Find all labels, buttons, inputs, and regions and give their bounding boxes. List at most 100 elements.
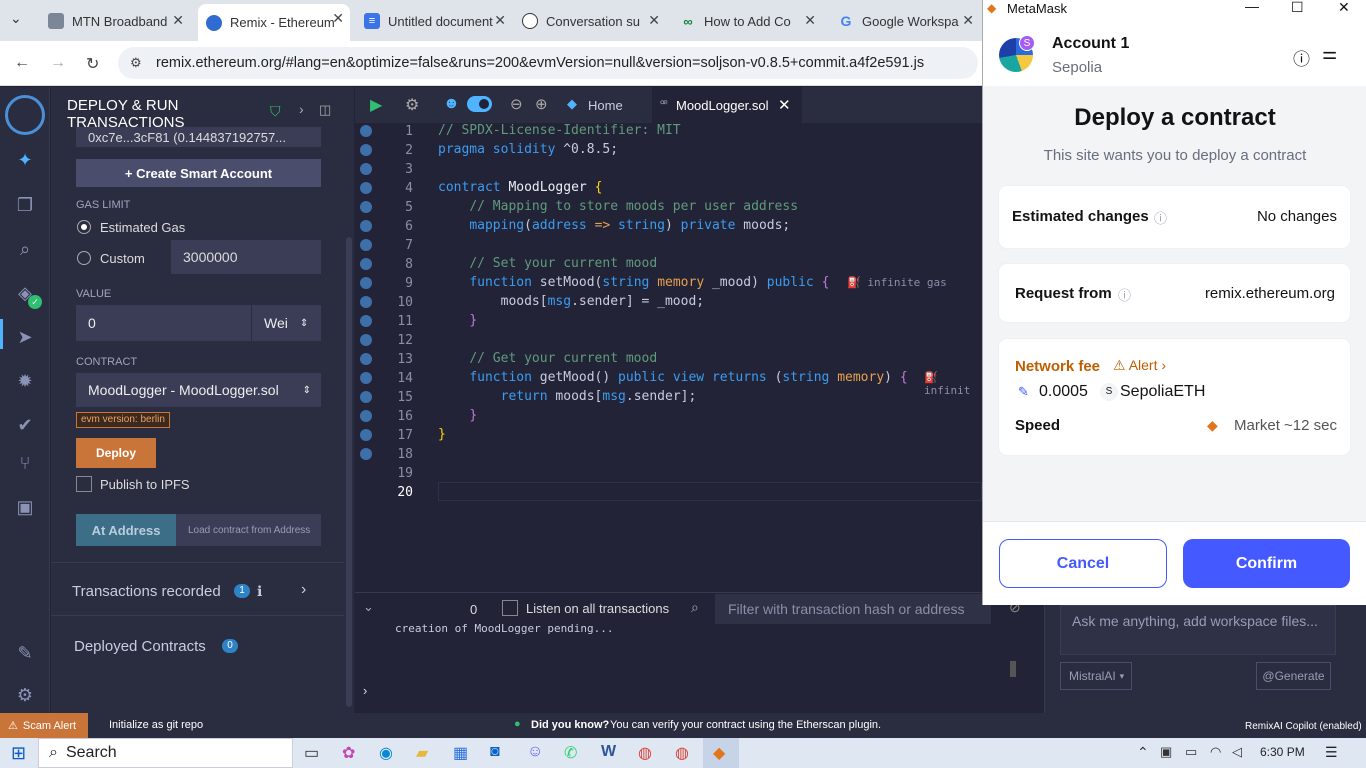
tray-chevron-icon[interactable]: ⌃ (1137, 744, 1149, 761)
debugger-icon[interactable]: ✹ (13, 369, 37, 393)
settings-gear-icon[interactable]: ⚙ (13, 683, 37, 707)
help-icon[interactable]: ⓘ (1154, 208, 1167, 227)
close-icon[interactable]: ✕ (962, 12, 974, 29)
tab-google-workspace[interactable]: G Google Workspa ✕ (830, 6, 980, 36)
account-select[interactable]: 0xc7e...3cF81 (0.144837192757... (76, 127, 321, 147)
battery-icon[interactable]: ▭ (1185, 744, 1197, 760)
zoom-in-icon[interactable]: ⊕ (535, 95, 548, 113)
create-smart-account-button[interactable]: + Create Smart Account (76, 159, 321, 187)
file-explorer-icon[interactable]: ▰ (416, 743, 428, 763)
breakpoint-marker[interactable] (360, 429, 372, 441)
scrollbar-thumb[interactable] (346, 237, 352, 707)
unit-test-icon[interactable]: ✔ (13, 413, 37, 437)
tab-untitled-document[interactable]: ≡ Untitled document ✕ (356, 6, 512, 36)
chrome-profile-icon[interactable]: ◍ (675, 743, 689, 763)
breakpoint-marker[interactable] (360, 334, 372, 346)
breakpoint-marker[interactable] (360, 163, 372, 175)
close-icon[interactable]: ✕ (494, 12, 506, 29)
run-script-icon[interactable]: ▶ (370, 95, 382, 115)
windows-start-icon[interactable]: ⊞ (11, 743, 26, 764)
estimated-gas-radio[interactable] (77, 220, 91, 234)
breakpoint-marker[interactable] (360, 182, 372, 194)
taskbar-search[interactable]: ⌕ Search (38, 738, 293, 768)
copilot-input[interactable]: Ask me anything, add workspace files... (1060, 605, 1336, 655)
close-icon[interactable]: ✕ (332, 10, 344, 27)
reload-icon[interactable]: ↻ (86, 54, 99, 74)
chevron-right-icon[interactable]: › (301, 581, 306, 599)
discord-icon[interactable]: ☺ (527, 743, 543, 761)
volume-icon[interactable]: ◁ (1232, 744, 1242, 760)
remix-logo-icon[interactable] (5, 95, 45, 135)
breakpoint-marker[interactable] (360, 372, 372, 384)
close-window-icon[interactable]: ✕ (1338, 0, 1350, 16)
edge-icon[interactable]: ◉ (379, 743, 393, 763)
breakpoint-marker[interactable] (360, 391, 372, 403)
search-icon[interactable]: ⌕ (13, 237, 37, 261)
collapse-terminal-icon[interactable]: ⌄ (363, 599, 374, 615)
ai-bot-icon[interactable]: ☻ (443, 95, 460, 113)
breakpoint-marker[interactable] (360, 220, 372, 232)
breakpoint-marker[interactable] (360, 258, 372, 270)
scam-alert-button[interactable]: ⚠ Scam Alert (0, 713, 88, 738)
fee-alert-link[interactable]: ⚠ Alert › (1113, 357, 1166, 374)
breakpoint-marker[interactable] (360, 144, 372, 156)
copilot-app-icon[interactable]: ✿ (342, 743, 355, 763)
transactions-recorded-label[interactable]: Transactions recorded (72, 583, 221, 600)
copilot-status[interactable]: RemixAI Copilot (enabled) (1245, 721, 1362, 732)
site-settings-icon[interactable]: ⚙ (130, 55, 142, 71)
close-icon[interactable]: ✕ (648, 12, 660, 29)
whatsapp-icon[interactable]: ✆ (564, 743, 577, 763)
breakpoint-marker[interactable] (360, 353, 372, 365)
back-icon[interactable]: ← (14, 54, 30, 72)
breakpoint-marker[interactable] (360, 296, 372, 308)
breakpoint-marker[interactable] (360, 201, 372, 213)
settings-sliders-icon[interactable]: ⚌ (1322, 44, 1337, 64)
breakpoint-marker[interactable] (360, 448, 372, 460)
compile-settings-icon[interactable]: ⚙ (405, 95, 419, 115)
minimize-icon[interactable]: — (1245, 0, 1259, 14)
transaction-filter-input[interactable]: Filter with transaction hash or address (715, 594, 991, 624)
word-icon[interactable]: W (601, 743, 616, 761)
contract-select[interactable]: MoodLogger - MoodLogger.sol ⇕ (76, 373, 321, 407)
confirm-button[interactable]: Confirm (1183, 539, 1350, 588)
forward-icon[interactable]: → (50, 54, 66, 72)
model-select[interactable]: MistralAI ▾ (1060, 662, 1132, 690)
at-address-button[interactable]: At Address (76, 514, 176, 546)
custom-gas-radio[interactable] (77, 251, 91, 265)
store-icon[interactable]: ▦ (453, 743, 468, 763)
chevron-right-icon[interactable]: › (299, 101, 304, 117)
breakpoint-marker[interactable] (360, 239, 372, 251)
notifications-icon[interactable]: ☰ (1325, 744, 1338, 761)
plugin-home-icon[interactable]: ✦ (13, 148, 37, 172)
breakpoint-marker[interactable] (360, 315, 372, 327)
code-editor[interactable]: 1 2 3 4 5 6 7 8 9 10 11 12 13 14 15 16 17 18 19 20 // SPDX-… (355, 123, 982, 590)
tab-moodlogger[interactable]: ꟹ MoodLogger.sol ✕ (652, 87, 802, 123)
git-icon[interactable]: ⑂ (13, 451, 37, 475)
chrome-icon[interactable]: ◍ (638, 743, 652, 763)
breakpoint-marker[interactable] (360, 410, 372, 422)
tab-home[interactable]: Home (588, 98, 623, 113)
metamask-taskbar-item[interactable]: ◆ (703, 738, 739, 768)
maximize-icon[interactable]: ☐ (1291, 0, 1304, 16)
ai-toggle[interactable] (467, 96, 492, 112)
taskbar-clock[interactable]: 6:30 PM (1260, 745, 1305, 759)
close-icon[interactable]: ✕ (172, 12, 184, 29)
tab-search-chevron-icon[interactable]: ⌄ (10, 10, 30, 30)
deploy-button[interactable]: Deploy (76, 438, 156, 468)
listen-all-checkbox[interactable] (502, 600, 518, 616)
edit-pencil-icon[interactable]: ✎ (1018, 384, 1029, 400)
plugin-manager-box-icon[interactable]: ▣ (13, 495, 37, 519)
cancel-button[interactable]: Cancel (999, 539, 1167, 588)
panel-scrollbar[interactable] (344, 87, 354, 713)
tab-how-to-add[interactable]: ∞ How to Add Co ✕ (672, 6, 822, 36)
deploy-run-icon[interactable]: ➤ (13, 325, 37, 349)
close-icon[interactable]: ✕ (804, 12, 816, 29)
wifi-icon[interactable]: ◠ (1210, 744, 1221, 760)
zoom-out-icon[interactable]: ⊖ (510, 95, 523, 113)
generate-button[interactable]: @Generate (1256, 662, 1331, 690)
tab-remix[interactable]: Remix - Ethereum ✕ (198, 4, 350, 41)
url-field[interactable]: ⚙ remix.ethereum.org/#lang=en&optimize=f… (118, 47, 978, 79)
init-git-button[interactable]: Initialize as git repo (109, 719, 203, 731)
breakpoint-marker[interactable] (360, 277, 372, 289)
custom-gas-input[interactable]: 3000000 (171, 240, 321, 274)
